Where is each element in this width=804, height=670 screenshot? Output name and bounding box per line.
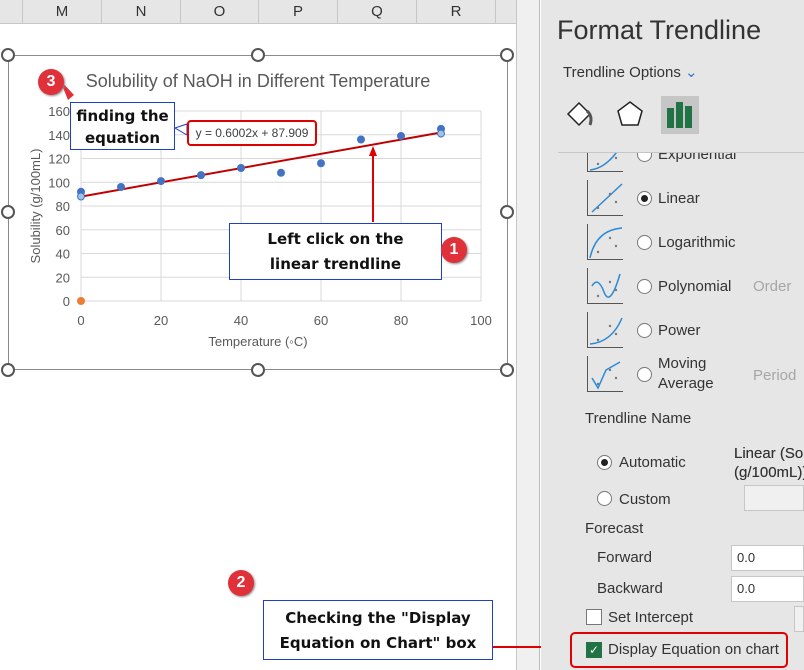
trendline-type-linear[interactable]: Linear xyxy=(541,176,804,220)
display-equation-label[interactable]: Display Equation on chart xyxy=(608,641,779,658)
trendline-type-moving-average[interactable]: Moving Average Period xyxy=(541,352,804,396)
set-intercept-checkbox[interactable] xyxy=(586,609,602,625)
trendline-type-label: Power xyxy=(658,322,701,339)
format-trendline-pane: Format Trendline Trendline Options ⌄ Exp… xyxy=(541,0,804,670)
y-tick-label: 60 xyxy=(56,223,70,238)
x-tick-label: 40 xyxy=(234,313,248,328)
trendline-type-label: Exponential xyxy=(658,153,737,163)
callout-left-click-trendline: Left click on the linear trendline xyxy=(229,223,442,280)
trendline-equation-label[interactable]: y = 0.6002x + 87.909 xyxy=(187,120,317,146)
y-axis-title: Solubility (g/100mL) xyxy=(28,149,43,264)
step-badge-3: 3 xyxy=(38,69,64,95)
x-tick-label: 60 xyxy=(314,313,328,328)
data-point xyxy=(237,164,245,172)
callout-check-display-equation: Checking the "Display Equation on Chart"… xyxy=(263,600,493,660)
trendline-type-radio[interactable] xyxy=(637,191,652,206)
trendline-type-radio[interactable] xyxy=(637,323,652,338)
data-point xyxy=(437,129,445,138)
chart-plot: Solubility of NaOH in Different Temperat… xyxy=(28,71,492,349)
trendline-type-radio[interactable] xyxy=(637,367,652,382)
x-axis-title: Temperature (◦C) xyxy=(208,334,307,349)
data-point xyxy=(197,171,205,180)
y-tick-label: 100 xyxy=(48,175,70,190)
custom-label[interactable]: Custom xyxy=(619,491,671,508)
trendline-logarithmic-icon xyxy=(587,224,623,260)
trendline-type-label: Logarithmic xyxy=(658,234,736,251)
trendline-options-tab[interactable] xyxy=(661,96,699,134)
trendline-type-exponential[interactable]: Exponential xyxy=(541,153,804,176)
data-point xyxy=(317,159,325,168)
y-tick-label: 120 xyxy=(48,152,70,167)
data-point xyxy=(117,183,125,191)
data-point xyxy=(77,192,85,201)
step-badge-1: 1 xyxy=(441,237,467,263)
forecast-heading: Forecast xyxy=(585,520,644,537)
data-point xyxy=(357,135,365,144)
trendline-type-radio[interactable] xyxy=(637,153,652,162)
automatic-label[interactable]: Automatic xyxy=(619,454,686,471)
data-point xyxy=(157,177,165,186)
custom-name-input[interactable] xyxy=(744,485,804,511)
x-tick-label: 0 xyxy=(77,313,84,328)
pane-title: Format Trendline xyxy=(557,15,762,45)
trendline-type-extra: Period xyxy=(753,367,797,384)
y-tick-label: 160 xyxy=(48,104,70,119)
trendline-polynomial-icon xyxy=(587,268,623,304)
callout-finding-equation: finding the equation xyxy=(70,102,175,150)
trendline-power-icon xyxy=(587,312,623,348)
data-point xyxy=(397,131,405,140)
trendline-exponential-icon xyxy=(587,153,623,172)
automatic-name-line1: Linear (Sol xyxy=(734,445,804,462)
set-intercept-label[interactable]: Set Intercept xyxy=(608,609,693,626)
data-point xyxy=(277,168,285,177)
x-tick-label: 100 xyxy=(470,313,492,328)
y-tick-label: 140 xyxy=(48,128,70,143)
x-tick-label: 80 xyxy=(394,313,408,328)
trendline-type-extra: Order xyxy=(753,278,792,295)
step-badge-2: 2 xyxy=(228,570,254,596)
y-tick-label: 0 xyxy=(63,294,70,309)
fill-line-icon[interactable] xyxy=(565,100,595,130)
trendline-type-radio[interactable] xyxy=(637,279,652,294)
bar-chart-icon xyxy=(667,102,692,128)
trendline-type-logarithmic[interactable]: Logarithmic xyxy=(541,220,804,264)
trendline-linear-icon xyxy=(587,180,623,216)
chevron-down-icon: ⌄ xyxy=(685,64,698,81)
trendline-type-power[interactable]: Power xyxy=(541,308,804,352)
trendline-type-polynomial[interactable]: Polynomial Order xyxy=(541,264,804,308)
automatic-name-value: Linear (Sol (g/100mL) xyxy=(734,444,804,482)
arrow-head xyxy=(369,146,377,156)
trendline-type-label: Linear xyxy=(658,190,700,207)
trendline-moving-average-icon xyxy=(587,356,623,392)
trendline-type-radio[interactable] xyxy=(637,235,652,250)
automatic-radio[interactable] xyxy=(597,455,612,470)
chart-title: Solubility of NaOH in Different Temperat… xyxy=(86,71,431,91)
trendline-name-heading: Trendline Name xyxy=(585,410,692,427)
trendline-options-label: Trendline Options xyxy=(563,64,681,81)
backward-label: Backward xyxy=(597,580,663,597)
trendline-type-label: Polynomial xyxy=(658,278,732,295)
display-equation-checkbox[interactable]: ✓ xyxy=(586,642,602,658)
intercept-input[interactable] xyxy=(794,606,804,632)
custom-radio[interactable] xyxy=(597,491,612,506)
y-tick-label: 80 xyxy=(56,199,70,214)
backward-input[interactable]: 0.0 xyxy=(731,576,804,602)
trendline-type-label: Moving Average xyxy=(658,355,714,392)
y-tick-label: 20 xyxy=(56,270,70,285)
forward-label: Forward xyxy=(597,549,653,566)
forward-input[interactable]: 0.0 xyxy=(731,545,804,571)
data-point xyxy=(77,297,85,305)
automatic-name-line2: (g/100mL) xyxy=(734,464,803,481)
effects-pentagon-icon[interactable] xyxy=(615,99,645,129)
y-tick-label: 40 xyxy=(56,247,70,262)
x-tick-label: 20 xyxy=(154,313,168,328)
trendline-options-dropdown[interactable]: Trendline Options ⌄ xyxy=(563,63,698,81)
callout-pointer xyxy=(173,123,188,136)
